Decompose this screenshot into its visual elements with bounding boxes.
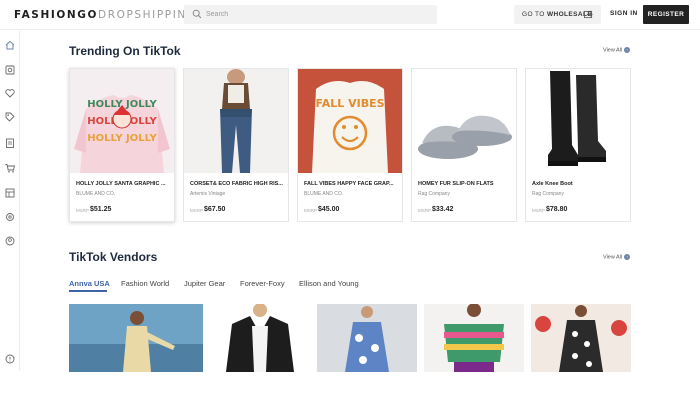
holly-line-3: HOLLY JOLLY xyxy=(87,133,157,144)
vendor-product-image[interactable] xyxy=(531,304,631,372)
cart-icon[interactable] xyxy=(4,162,16,174)
product-name[interactable]: Axle Knee Boot xyxy=(532,181,627,187)
user-icon[interactable] xyxy=(4,235,16,247)
product-price: $67.50 xyxy=(204,206,226,213)
product-name[interactable]: FALL VIBES HAPPY FACE GRAP... xyxy=(304,181,399,187)
home-icon[interactable] xyxy=(4,39,16,51)
tab-forever-foxy[interactable]: Forever-Foxy xyxy=(240,279,285,288)
product-card[interactable]: CORSET& ECO FABRIC HIGH RIS... Artemis V… xyxy=(183,68,289,222)
page-bottom-area xyxy=(0,372,700,412)
vendor-product-image[interactable] xyxy=(69,304,203,372)
heart-icon[interactable] xyxy=(4,87,16,99)
tab-annva-usa[interactable]: Annva USA xyxy=(69,279,110,288)
product-card[interactable]: Axle Knee Boot Rag Company MSRP $78.80 xyxy=(525,68,631,222)
product-image[interactable] xyxy=(526,69,630,173)
product-card[interactable]: HOMEY FUR SLIP-ON FLATS Rag Company MSRP… xyxy=(411,68,517,222)
msrp-label: MSRP xyxy=(304,208,318,213)
help-icon[interactable] xyxy=(4,353,16,365)
msrp-label: MSRP xyxy=(76,208,90,213)
search-input[interactable] xyxy=(206,7,426,22)
search-box[interactable] xyxy=(184,5,437,24)
vendor-product-image[interactable] xyxy=(210,304,310,372)
arrow-right-icon: › xyxy=(624,47,631,53)
msrp-label: MSRP xyxy=(190,208,204,213)
logo-part2: DROPSHIPPING xyxy=(98,9,197,21)
msrp-label: MSRP xyxy=(532,208,546,213)
search-store-icon[interactable] xyxy=(4,64,16,76)
product-image[interactable] xyxy=(412,69,516,173)
product-card[interactable]: HOLLY JOLLY HOLLY JOLLY HOLLY JOLLY HOLL… xyxy=(69,68,175,222)
product-name[interactable]: HOLLY JOLLY SANTA GRAPHIC ... xyxy=(76,181,171,187)
msrp-label: MSRP xyxy=(418,208,432,213)
product-price: $45.00 xyxy=(318,206,340,213)
tag-icon[interactable] xyxy=(4,111,16,123)
tab-ellison-and-young[interactable]: Ellison and Young xyxy=(299,279,359,288)
product-vendor[interactable]: BLUME AND CO. xyxy=(76,191,115,197)
product-name[interactable]: HOMEY FUR SLIP-ON FLATS xyxy=(418,181,513,187)
view-all-label: View All xyxy=(603,254,623,261)
view-all-label: View All xyxy=(603,47,623,54)
product-image[interactable]: HOLLY JOLLY HOLLY JOLLY HOLLY JOLLY xyxy=(70,69,174,173)
fall-vibes-text: FALL VIBES xyxy=(315,97,384,110)
product-image[interactable] xyxy=(184,69,288,173)
search-icon xyxy=(192,9,202,19)
vendor-product-image[interactable] xyxy=(317,304,417,372)
product-price: $78.80 xyxy=(546,206,568,213)
external-link-icon xyxy=(584,10,593,19)
fashiongo-logo[interactable]: FASHIONGODROPSHIPPING xyxy=(14,9,197,21)
left-sidebar xyxy=(0,31,20,371)
go-to-wholesale-button[interactable]: GO TO WHOLESALE xyxy=(514,5,601,24)
vendors-title: TikTok Vendors xyxy=(69,250,158,264)
register-button[interactable]: REGISTER xyxy=(643,5,689,24)
top-header: FASHIONGODROPSHIPPING GO TO WHOLESALE SI… xyxy=(0,0,700,30)
product-price: $51.25 xyxy=(90,206,112,213)
vendors-view-all[interactable]: View All › xyxy=(603,254,631,261)
logo-part1: FASHIONGO xyxy=(14,9,99,21)
active-tab-indicator xyxy=(69,290,107,292)
tab-fashion-world[interactable]: Fashion World xyxy=(121,279,169,288)
vendor-product-image[interactable] xyxy=(424,304,524,372)
tab-jupiter-gear[interactable]: Jupiter Gear xyxy=(184,279,225,288)
product-vendor[interactable]: BLUME AND CO. xyxy=(304,191,343,197)
layout-icon[interactable] xyxy=(4,187,16,199)
product-vendor[interactable]: Rag Company xyxy=(532,191,564,197)
clipboard-icon[interactable] xyxy=(4,137,16,149)
product-price: $33.42 xyxy=(432,206,454,213)
product-vendor[interactable]: Artemis Vintage xyxy=(190,191,225,197)
settings-icon[interactable] xyxy=(4,211,16,223)
product-vendor[interactable]: Rag Company xyxy=(418,191,450,197)
trending-title: Trending On TikTok xyxy=(69,44,181,58)
product-name[interactable]: CORSET& ECO FABRIC HIGH RIS... xyxy=(190,181,285,187)
goto-prefix: GO TO xyxy=(522,11,545,18)
trending-view-all[interactable]: View All › xyxy=(603,47,631,54)
product-image[interactable]: FALL VIBES xyxy=(298,69,402,173)
product-card[interactable]: FALL VIBES FALL VIBES HAPPY FACE GRAP...… xyxy=(297,68,403,222)
sign-in-link[interactable]: SIGN IN xyxy=(610,10,638,17)
arrow-right-icon: › xyxy=(624,254,631,260)
